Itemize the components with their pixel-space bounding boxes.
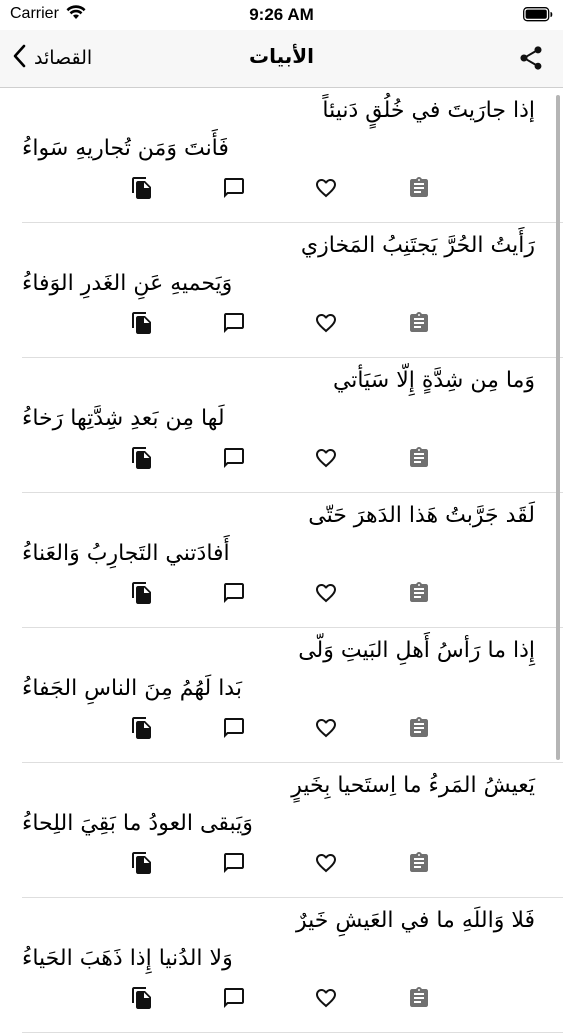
scrollbar[interactable]	[556, 95, 560, 760]
verse-first-hemistich: إذا جارَيتَ في خُلُقٍ دَنيئاً	[322, 98, 535, 123]
heart-outline-icon[interactable]	[314, 446, 340, 472]
copy-icon[interactable]	[130, 176, 156, 202]
clipboard-icon[interactable]	[407, 176, 433, 202]
verse-actions	[22, 311, 562, 341]
comment-icon[interactable]	[222, 986, 248, 1012]
comment-icon[interactable]	[222, 176, 248, 202]
clipboard-icon[interactable]	[407, 581, 433, 607]
share-button[interactable]	[517, 44, 545, 72]
clipboard-icon[interactable]	[407, 851, 433, 877]
copy-icon[interactable]	[130, 986, 156, 1012]
verse-second-hemistich: لَها مِن بَعدِ شِدَّتِها رَخاءُ	[22, 406, 225, 431]
heart-outline-icon[interactable]	[314, 176, 340, 202]
comment-icon[interactable]	[222, 581, 248, 607]
clipboard-icon[interactable]	[407, 311, 433, 337]
verse-row: لَقَد جَرَّبتُ هَذا الدَهرَ حَتّى أَفادَ…	[22, 493, 563, 628]
back-button[interactable]: القصائد	[12, 43, 92, 73]
copy-icon[interactable]	[130, 716, 156, 742]
verse-actions	[22, 446, 562, 476]
copy-icon[interactable]	[130, 851, 156, 877]
verse-second-hemistich: وَلا الدُنيا إِذا ذَهَبَ الحَياءُ	[22, 946, 233, 971]
verse-actions	[22, 581, 562, 611]
clipboard-icon[interactable]	[407, 716, 433, 742]
heart-outline-icon[interactable]	[314, 716, 340, 742]
verse-actions	[22, 986, 562, 1016]
verse-first-hemistich: وَما مِن شِدَّةٍ إِلّا سَيَأتي	[332, 368, 535, 393]
verse-second-hemistich: فَأَنتَ وَمَن تُجاريهِ سَواءُ	[22, 136, 229, 161]
copy-icon[interactable]	[130, 446, 156, 472]
clipboard-icon[interactable]	[407, 446, 433, 472]
back-button-label: القصائد	[34, 47, 93, 69]
verse-actions	[22, 851, 562, 881]
verse-first-hemistich: رَأَيتُ الحُرَّ يَجتَنِبُ المَخازي	[300, 233, 535, 258]
verse-row: إذا جارَيتَ في خُلُقٍ دَنيئاً فَأَنتَ وَ…	[22, 88, 563, 223]
verse-row: إِذا ما رَأسُ أَهلِ البَيتِ وَلّى بَدا ل…	[22, 628, 563, 763]
comment-icon[interactable]	[222, 851, 248, 877]
navigation-bar: القصائد الأبيات	[0, 30, 563, 88]
status-time: 9:26 AM	[249, 5, 314, 24]
verse-second-hemistich: وَيَبقى العودُ ما بَقِيَ اللِحاءُ	[22, 811, 253, 836]
verse-row: يَعيشُ المَرءُ ما اِستَحيا بِخَيرٍ وَيَب…	[22, 763, 563, 898]
verse-first-hemistich: يَعيشُ المَرءُ ما اِستَحيا بِخَيرٍ	[291, 773, 535, 798]
share-icon	[517, 46, 545, 76]
verse-second-hemistich: وَيَحميهِ عَنِ الغَدرِ الوَفاءُ	[22, 271, 233, 296]
verse-row: وَما مِن شِدَّةٍ إِلّا سَيَأتي لَها مِن …	[22, 358, 563, 493]
verse-second-hemistich: أَفادَتني التَجارِبُ وَالعَناءُ	[22, 541, 230, 566]
status-bar: Carrier 9:26 AM	[0, 0, 563, 30]
verse-row: فَلا وَاللَهِ ما في العَيشِ خَيرٌ وَلا ا…	[22, 898, 563, 1033]
clipboard-icon[interactable]	[407, 986, 433, 1012]
verse-second-hemistich: بَدا لَهُمُ مِنَ الناسِ الجَفاءُ	[22, 676, 242, 701]
verses-list: إذا جارَيتَ في خُلُقٍ دَنيئاً فَأَنتَ وَ…	[0, 88, 563, 1033]
comment-icon[interactable]	[222, 311, 248, 337]
heart-outline-icon[interactable]	[314, 311, 340, 337]
copy-icon[interactable]	[130, 311, 156, 337]
comment-icon[interactable]	[222, 446, 248, 472]
comment-icon[interactable]	[222, 716, 248, 742]
battery-icon	[523, 7, 553, 27]
chevron-left-icon	[12, 44, 26, 72]
verse-row: رَأَيتُ الحُرَّ يَجتَنِبُ المَخازي وَيَح…	[22, 223, 563, 358]
verse-first-hemistich: إِذا ما رَأسُ أَهلِ البَيتِ وَلّى	[298, 638, 535, 663]
verse-first-hemistich: فَلا وَاللَهِ ما في العَيشِ خَيرٌ	[296, 908, 535, 933]
heart-outline-icon[interactable]	[314, 851, 340, 877]
verse-first-hemistich: لَقَد جَرَّبتُ هَذا الدَهرَ حَتّى	[308, 503, 535, 528]
verse-actions	[22, 716, 562, 746]
copy-icon[interactable]	[130, 581, 156, 607]
heart-outline-icon[interactable]	[314, 986, 340, 1012]
heart-outline-icon[interactable]	[314, 581, 340, 607]
verse-actions	[22, 176, 562, 206]
